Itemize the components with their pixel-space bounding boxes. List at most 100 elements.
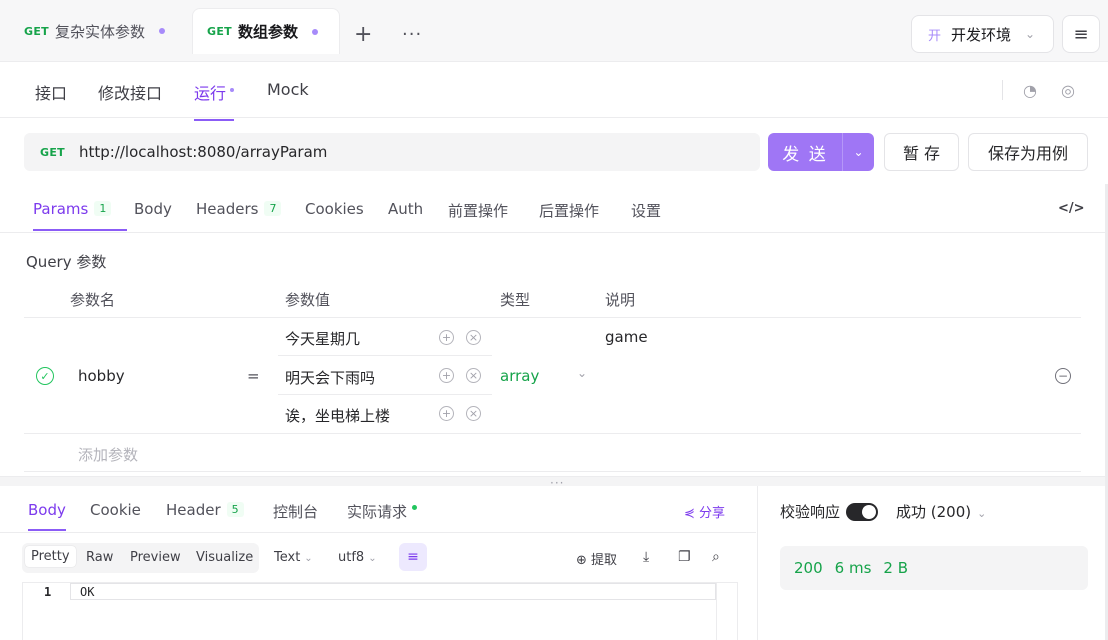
extract-button[interactable]: ⊕ 提取: [576, 549, 617, 568]
tab-body[interactable]: Body: [134, 200, 172, 218]
save-temp-button[interactable]: 暂 存: [884, 133, 959, 171]
run-dot: [230, 88, 235, 92]
param-value-2[interactable]: 明天会下雨吗: [285, 367, 375, 388]
unsaved-dot: [311, 28, 318, 35]
url-input[interactable]: http://localhost:8080/arrayParam: [79, 143, 327, 161]
response-tab-actual-request[interactable]: 实际请求: [347, 501, 418, 522]
add-param-input[interactable]: 添加参数: [78, 444, 138, 465]
add-circle-icon[interactable]: +: [439, 406, 454, 421]
tab-complex-entity[interactable]: GET 复杂实体参数: [10, 8, 179, 54]
chevron-down-icon: ⌄: [368, 553, 377, 564]
divider: [0, 232, 1108, 233]
remove-circle-icon[interactable]: ×: [466, 406, 481, 421]
code-icon[interactable]: </>: [1058, 201, 1085, 216]
extract-icon: ⊕: [576, 553, 592, 568]
environment-label: 开发环境: [951, 25, 1012, 44]
request-method[interactable]: GET: [40, 146, 65, 159]
remove-row-icon[interactable]: −: [1055, 368, 1071, 384]
chevron-down-icon[interactable]: ⌄: [577, 366, 587, 380]
tab-label: 复杂实体参数: [54, 22, 145, 41]
divider: [24, 433, 1081, 434]
tab-params[interactable]: Params 1: [33, 200, 128, 231]
encoding-select[interactable]: utf8 ⌄: [338, 550, 377, 565]
text-select[interactable]: Text ⌄: [274, 550, 313, 565]
actual-request-label: 实际请求: [347, 503, 408, 521]
subnav-edit-interface[interactable]: 修改接口: [98, 80, 162, 104]
chevron-down-icon: ⌄: [304, 553, 313, 564]
add-circle-icon[interactable]: +: [439, 330, 454, 345]
response-tab-body[interactable]: Body: [28, 501, 66, 531]
param-value-1[interactable]: 今天星期几: [285, 328, 360, 349]
subnav-mock[interactable]: Mock: [267, 80, 309, 99]
environment-select[interactable]: 开 开发环境 ⌄: [911, 15, 1054, 53]
share-label: 分享: [699, 506, 726, 521]
subnav-interface[interactable]: 接口: [35, 80, 67, 104]
status-dot: [412, 505, 418, 510]
add-tab-button[interactable]: +: [354, 24, 372, 46]
divider: [24, 317, 1081, 318]
remove-circle-icon[interactable]: ×: [466, 368, 481, 383]
response-body-text[interactable]: OK: [80, 585, 94, 599]
divider: [0, 532, 756, 533]
wrap-lines-icon[interactable]: ≡: [399, 543, 427, 571]
response-tab-console[interactable]: 控制台: [273, 501, 318, 522]
share-button[interactable]: ⋞ 分享: [684, 502, 725, 521]
verify-toggle[interactable]: [846, 502, 879, 521]
param-value-3[interactable]: 诶，坐电梯上楼: [285, 405, 390, 426]
param-description[interactable]: game: [605, 328, 648, 346]
param-type-select[interactable]: array: [500, 367, 539, 385]
url-bar[interactable]: GET http://localhost:8080/arrayParam: [24, 133, 760, 171]
response-tab-header[interactable]: Header 5: [166, 501, 244, 519]
chevron-down-icon: ⌄: [977, 507, 987, 520]
unsaved-dot: [158, 28, 165, 34]
column-header-desc: 说明: [605, 291, 636, 309]
column-header-type: 类型: [500, 291, 531, 309]
add-circle-icon[interactable]: +: [439, 368, 454, 383]
subnav-run[interactable]: 运行: [194, 80, 235, 121]
send-label: 发 送: [782, 144, 828, 165]
format-pretty[interactable]: Pretty: [25, 546, 76, 567]
menu-icon[interactable]: ≡: [1062, 15, 1100, 53]
copy-icon[interactable]: ❐: [678, 549, 691, 565]
tab-method: GET: [24, 24, 49, 38]
format-preview[interactable]: Preview: [130, 550, 181, 565]
format-raw[interactable]: Raw: [86, 550, 113, 565]
chevron-down-icon[interactable]: ⌄: [842, 133, 874, 171]
response-time: 6 ms: [834, 559, 872, 577]
remove-circle-icon[interactable]: ×: [466, 330, 481, 345]
response-tab-cookie[interactable]: Cookie: [90, 501, 141, 519]
download-icon[interactable]: ⤓: [643, 549, 649, 565]
param-name[interactable]: hobby: [78, 367, 125, 385]
verify-label: 校验响应: [780, 503, 841, 521]
status-label: 成功 (200): [896, 503, 972, 521]
checkmark-icon[interactable]: ✓: [36, 367, 54, 385]
chevron-down-icon: ⌄: [1025, 27, 1036, 41]
history-icon[interactable]: ◔: [1023, 81, 1037, 100]
status-code: 200: [794, 559, 823, 577]
query-section-title: Query 参数: [26, 253, 107, 271]
save-case-button[interactable]: 保存为用例: [968, 133, 1088, 171]
verify-response: 校验响应: [780, 501, 879, 522]
response-status-select[interactable]: 成功 (200) ⌄: [896, 501, 986, 522]
send-button[interactable]: 发 送 ⌄: [768, 133, 874, 171]
share-icon: ⋞: [684, 506, 700, 521]
tab-auth[interactable]: Auth: [388, 200, 423, 218]
more-tabs-button[interactable]: ···: [402, 24, 422, 46]
tab-cookies[interactable]: Cookies: [305, 200, 364, 218]
line-number: 1: [44, 585, 52, 599]
line-highlight: [70, 583, 716, 600]
tab-pre-script[interactable]: 前置操作: [448, 200, 508, 221]
tab-method: GET: [207, 25, 232, 38]
tab-post-script[interactable]: 后置操作: [539, 200, 599, 221]
tab-settings[interactable]: 设置: [631, 200, 661, 221]
drag-handle-icon[interactable]: ···: [550, 476, 564, 490]
settings-icon[interactable]: ◎: [1061, 81, 1075, 100]
tab-headers[interactable]: Headers 7: [196, 200, 282, 218]
scrollbar[interactable]: [716, 583, 736, 640]
divider: [1002, 80, 1003, 100]
sub-navigation: [0, 62, 1108, 118]
search-icon[interactable]: ⌕: [712, 549, 720, 565]
header-count: 5: [226, 502, 244, 517]
format-visualize[interactable]: Visualize: [196, 550, 253, 565]
tab-array-param[interactable]: GET 数组参数: [192, 8, 340, 54]
